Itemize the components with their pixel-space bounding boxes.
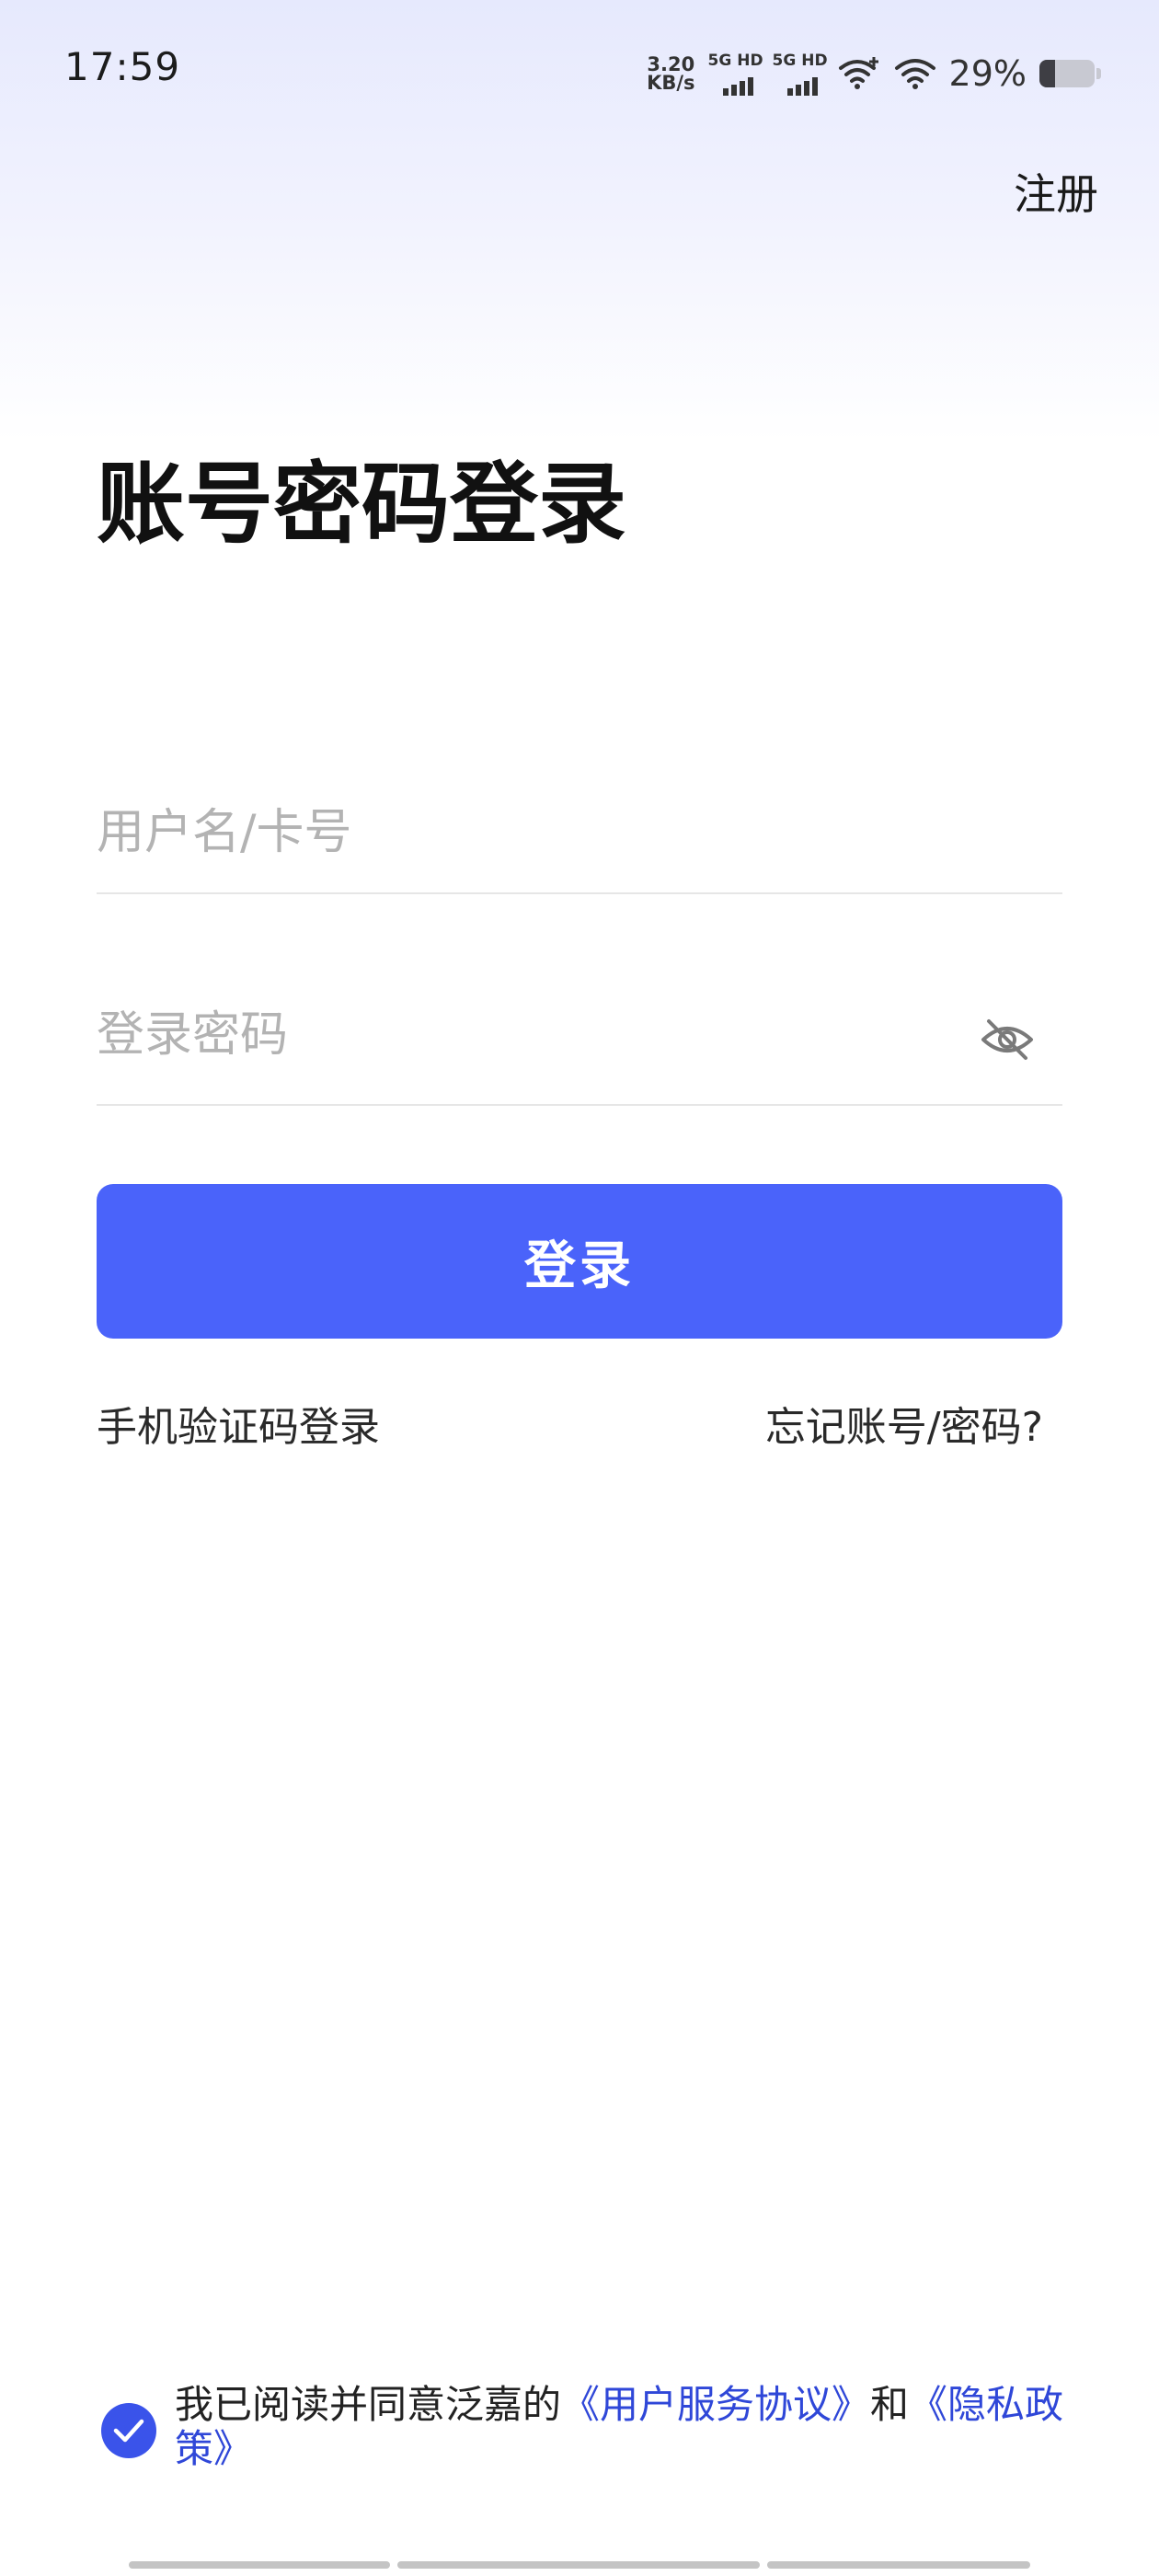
status-time: 17:59	[64, 44, 181, 89]
gesture-bar-left	[129, 2561, 390, 2569]
user-agreement-link[interactable]: 《用户服务协议》	[561, 2382, 870, 2427]
sim2-signal: 5G HD	[773, 52, 828, 96]
battery-icon	[1039, 60, 1101, 87]
agreement-prefix: 我已阅读并同意泛嘉的	[175, 2382, 562, 2427]
eye-off-icon	[981, 1019, 1033, 1060]
signal-icon	[722, 77, 753, 96]
battery-level	[1039, 60, 1056, 87]
network-speed: 3.20 KB/s	[647, 53, 695, 94]
sim2-label: 5G HD	[772, 52, 828, 70]
login-button[interactable]: 登录	[97, 1184, 1062, 1339]
sms-login-link[interactable]: 手机验证码登录	[97, 1394, 380, 1453]
register-link[interactable]: 注册	[1014, 161, 1098, 222]
username-input[interactable]	[97, 782, 924, 883]
network-speed-value: 3.20	[647, 53, 695, 75]
username-field	[97, 782, 1062, 894]
agreement-checkbox[interactable]	[101, 2403, 156, 2458]
password-input[interactable]	[97, 984, 924, 1086]
agreement-conjunction: 和	[870, 2382, 910, 2427]
status-icons: 3.20 KB/s 5G HD 5G HD 29%	[647, 46, 1101, 101]
sim1-label: 5G HD	[707, 52, 763, 70]
wifi-plus-icon	[838, 57, 878, 89]
password-visibility-toggle[interactable]	[980, 1012, 1035, 1067]
wifi-icon	[894, 59, 935, 89]
network-speed-unit: KB/s	[647, 72, 695, 94]
sim1-signal: 5G HD	[707, 52, 763, 96]
battery-percent: 29%	[948, 53, 1027, 94]
gesture-bar-center[interactable]	[397, 2561, 760, 2569]
password-field	[97, 966, 1062, 1106]
agreement-text: 我已阅读并同意泛嘉的《用户服务协议》和《隐私政策》	[175, 2383, 1095, 2471]
checkmark-icon	[113, 2419, 144, 2443]
status-bar: 17:59 3.20 KB/s 5G HD 5G HD 29%	[0, 0, 1159, 138]
forgot-password-link[interactable]: 忘记账号/密码?	[765, 1394, 1043, 1453]
signal-icon	[786, 77, 818, 96]
page-title: 账号密码登录	[97, 453, 626, 556]
gesture-bar-right	[767, 2561, 1030, 2569]
